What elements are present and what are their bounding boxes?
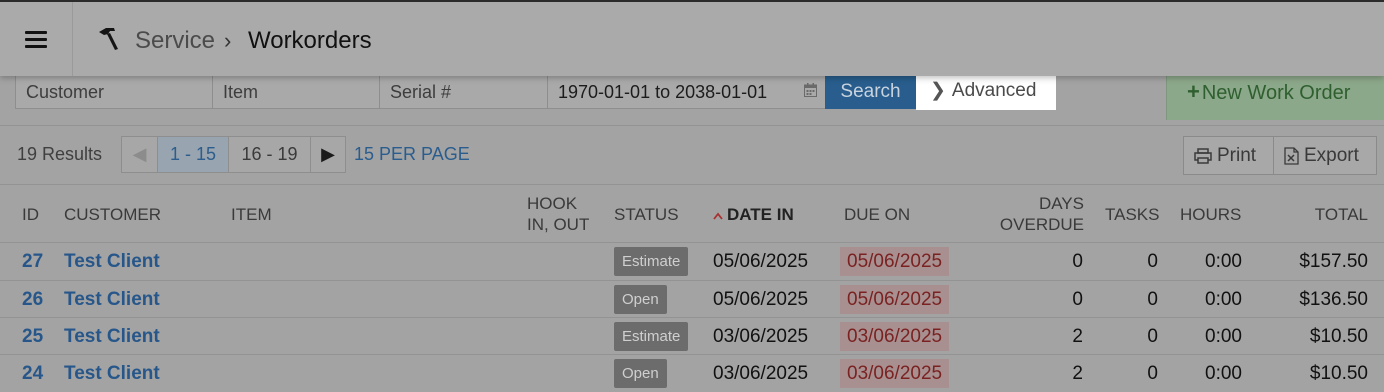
caret-left-icon[interactable]: ◀ [122, 137, 158, 172]
col-days-line1: DAYS [1038, 194, 1084, 213]
col-hours[interactable]: HOURS [1180, 204, 1241, 225]
row-days-overdue: 2 [1072, 326, 1083, 347]
calendar-icon[interactable] [804, 83, 817, 97]
row-total: $10.50 [1309, 363, 1368, 384]
plus-icon: + [1187, 79, 1200, 104]
col-tasks[interactable]: TASKS [1105, 204, 1159, 225]
new-work-order-button[interactable]: + New Work Order [1166, 72, 1384, 120]
menu-icon[interactable] [0, 2, 73, 76]
print-label: Print [1217, 145, 1257, 166]
breadcrumb-service[interactable]: Service [135, 26, 215, 56]
page-title: Workorders [248, 27, 372, 54]
serial-filter-input[interactable]: Serial # [379, 76, 548, 109]
row-hours: 0:00 [1205, 289, 1242, 310]
advanced-button[interactable]: ❯ Advanced [916, 76, 1056, 110]
table-row[interactable]: 26 Test Client Open 05/06/2025 05/06/202… [0, 281, 1384, 318]
hammer-icon [99, 28, 118, 50]
advanced-label: Advanced [951, 80, 1037, 101]
row-customer[interactable]: Test Client [64, 325, 160, 349]
row-due-on: 05/06/2025 [840, 285, 950, 314]
row-hours: 0:00 [1205, 363, 1242, 384]
excel-icon [1284, 147, 1299, 165]
customer-filter-input[interactable]: Customer [15, 76, 213, 109]
row-due-on: 05/06/2025 [840, 247, 950, 276]
row-days-overdue: 0 [1072, 289, 1083, 310]
row-due-on: 03/06/2025 [840, 359, 950, 388]
search-button[interactable]: Search [825, 76, 916, 109]
status-badge: Estimate [614, 247, 689, 276]
row-days-overdue: 0 [1072, 251, 1083, 272]
table-row[interactable]: 25 Test Client Estimate 03/06/2025 03/06… [0, 318, 1384, 355]
col-days-line2: OVERDUE [999, 215, 1084, 234]
row-hours: 0:00 [1205, 326, 1242, 347]
chevron-right-icon: ❯ [930, 80, 946, 101]
col-id[interactable]: ID [22, 204, 39, 225]
item-filter-input[interactable]: Item [212, 76, 380, 109]
table-row[interactable]: 24 Test Client Open 03/06/2025 03/06/202… [0, 355, 1384, 392]
status-badge: Open [614, 285, 667, 314]
filter-bar: Customer Item Serial # 1970-01-01 to 203… [0, 72, 1384, 126]
row-date-in: 05/06/2025 [713, 251, 809, 272]
breadcrumb-separator: › [224, 28, 232, 53]
col-due-on[interactable]: DUE ON [844, 204, 910, 225]
row-id[interactable]: 25 [22, 325, 43, 349]
caret-right-icon[interactable]: ▶ [311, 137, 345, 172]
status-badge: Estimate [614, 322, 689, 351]
results-count: 19 Results [17, 144, 103, 164]
row-id[interactable]: 24 [22, 362, 43, 386]
per-page-dropdown[interactable]: 15 PER PAGE [354, 144, 470, 165]
row-date-in: 05/06/2025 [713, 289, 809, 310]
page-2-button[interactable]: 16 - 19 [229, 137, 311, 172]
page-1-button[interactable]: 1 - 15 [158, 137, 229, 172]
sort-up-icon [713, 212, 723, 220]
row-tasks: 0 [1147, 326, 1158, 347]
col-date-in[interactable]: DATE IN [713, 204, 794, 225]
col-item[interactable]: ITEM [231, 204, 272, 225]
col-hook[interactable]: HOOK IN, OUT [527, 193, 589, 235]
date-range-value: 1970-01-01 to 2038-01-01 [558, 82, 768, 102]
table-row[interactable]: 27 Test Client Estimate 05/06/2025 05/06… [0, 243, 1384, 280]
pagination: ◀ 1 - 15 16 - 19 ▶ [121, 136, 346, 173]
new-work-order-label: New Work Order [1201, 82, 1351, 104]
row-tasks: 0 [1147, 251, 1158, 272]
row-total: $136.50 [1299, 289, 1368, 310]
row-total: $10.50 [1309, 326, 1368, 347]
row-date-in: 03/06/2025 [713, 363, 809, 384]
row-customer[interactable]: Test Client [64, 288, 160, 312]
col-total[interactable]: TOTAL [1315, 204, 1368, 225]
divider [0, 184, 1384, 185]
row-due-on: 03/06/2025 [840, 322, 950, 351]
print-button[interactable]: Print [1183, 136, 1274, 175]
row-hours: 0:00 [1205, 251, 1242, 272]
col-hook-line1: HOOK [527, 194, 578, 213]
row-total: $157.50 [1299, 251, 1368, 272]
status-badge: Open [614, 359, 667, 388]
row-id[interactable]: 26 [22, 288, 43, 312]
row-tasks: 0 [1147, 289, 1158, 310]
col-customer[interactable]: CUSTOMER [64, 204, 161, 225]
export-button[interactable]: Export [1273, 136, 1377, 175]
top-bar: Service › Workorders [0, 0, 1384, 76]
col-date-in-label: DATE IN [727, 205, 794, 224]
row-date-in: 03/06/2025 [713, 326, 809, 347]
printer-icon [1194, 148, 1212, 164]
row-days-overdue: 2 [1072, 363, 1083, 384]
date-range-input[interactable]: 1970-01-01 to 2038-01-01 [547, 76, 826, 109]
row-customer[interactable]: Test Client [64, 250, 160, 274]
col-days-overdue[interactable]: DAYS OVERDUE [1000, 193, 1084, 235]
export-label: Export [1304, 145, 1359, 166]
row-id[interactable]: 27 [22, 250, 43, 274]
row-customer[interactable]: Test Client [64, 362, 160, 386]
col-status[interactable]: STATUS [614, 204, 679, 225]
row-tasks: 0 [1147, 363, 1158, 384]
col-hook-line2: IN, OUT [527, 215, 590, 234]
